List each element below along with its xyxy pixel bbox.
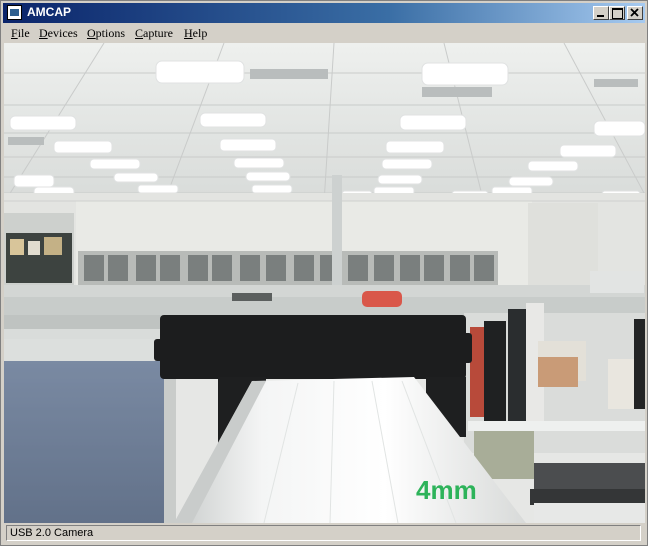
close-icon <box>630 8 639 17</box>
status-bar: USB 2.0 Camera <box>4 524 645 542</box>
title-bar[interactable]: AMCAP <box>3 3 645 23</box>
amcap-window: AMCAP File Devices Options Capture Help <box>0 0 648 546</box>
menu-capture[interactable]: Capture <box>135 26 173 41</box>
minimize-button[interactable] <box>593 6 609 20</box>
measurement-overlay-label: 4mm <box>416 475 477 505</box>
menu-devices[interactable]: Devices <box>39 26 78 41</box>
maximize-button[interactable] <box>609 6 625 20</box>
menu-options[interactable]: Options <box>87 26 125 41</box>
camera-frame-image <box>4 43 645 523</box>
camera-preview[interactable]: 4mm <box>4 43 645 523</box>
status-text: USB 2.0 Camera <box>6 525 641 541</box>
menu-help[interactable]: Help <box>184 26 207 41</box>
menu-bar: File Devices Options Capture Help <box>3 24 645 42</box>
app-icon[interactable] <box>7 5 22 20</box>
close-button[interactable] <box>627 6 643 20</box>
maximize-icon <box>612 8 623 19</box>
window-title: AMCAP <box>27 5 71 19</box>
minimize-icon <box>597 15 604 17</box>
menu-file[interactable]: File <box>11 26 30 41</box>
